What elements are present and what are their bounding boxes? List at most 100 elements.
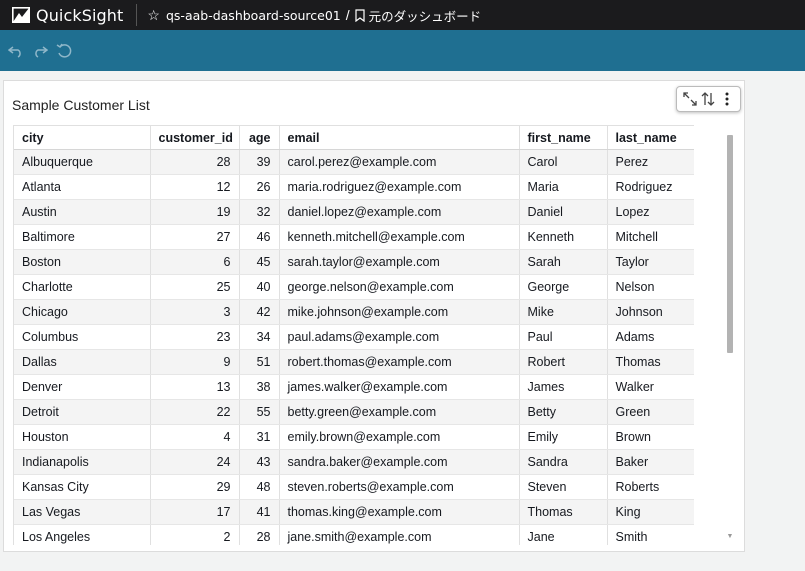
column-header-age[interactable]: age [239, 125, 280, 150]
table-cell-customer-id[interactable]: 12 [150, 174, 240, 200]
table-cell-customer-id[interactable]: 2 [150, 524, 240, 545]
table-row[interactable]: Los Angeles 2 28 jane.smith@example.com Jane… [14, 524, 694, 545]
table-cell-city[interactable]: Houston [14, 424, 151, 450]
table-cell-last-name[interactable]: Walker [607, 374, 694, 400]
vertical-scrollbar[interactable]: ▼ [726, 133, 734, 543]
table-cell-city[interactable]: Atlanta [14, 174, 151, 200]
table-cell-first-name[interactable]: James [519, 374, 608, 400]
table-cell-first-name[interactable]: Betty [519, 399, 608, 425]
table-cell-customer-id[interactable]: 17 [150, 499, 240, 525]
table-cell-city[interactable]: Albuquerque [14, 149, 151, 175]
table-cell-first-name[interactable]: Carol [519, 149, 608, 175]
table-cell-customer-id[interactable]: 24 [150, 449, 240, 475]
table-cell-customer-id[interactable]: 6 [150, 249, 240, 275]
expand-icon[interactable] [681, 90, 699, 108]
table-cell-email[interactable]: emily.brown@example.com [279, 424, 520, 450]
table-row[interactable]: Boston 6 45 sarah.taylor@example.com Sarah Ta… [14, 249, 694, 275]
table-row[interactable]: Denver 13 38 james.walker@example.com James W… [14, 374, 694, 400]
table-row[interactable]: Detroit 22 55 betty.green@example.com Betty G… [14, 399, 694, 425]
table-cell-first-name[interactable]: Sandra [519, 449, 608, 475]
table-row[interactable]: Atlanta 12 26 maria.rodriguez@example.com Ma… [14, 174, 694, 200]
table-row[interactable]: Houston 4 31 emily.brown@example.com Emily Br… [14, 424, 694, 450]
table-cell-city[interactable]: Dallas [14, 349, 151, 375]
table-cell-age[interactable]: 28 [239, 524, 280, 545]
table-cell-city[interactable]: Baltimore [14, 224, 151, 250]
table-row[interactable]: Las Vegas 17 41 thomas.king@example.com Thom… [14, 499, 694, 525]
table-cell-last-name[interactable]: Johnson [607, 299, 694, 325]
table-cell-last-name[interactable]: Roberts [607, 474, 694, 500]
bookmark-icon[interactable] [355, 8, 365, 22]
table-cell-age[interactable]: 51 [239, 349, 280, 375]
table-cell-age[interactable]: 38 [239, 374, 280, 400]
table-cell-first-name[interactable]: George [519, 274, 608, 300]
table-visual[interactable]: Sample Customer List city customer_id ag… [3, 80, 745, 552]
table-cell-email[interactable]: sandra.baker@example.com [279, 449, 520, 475]
table-cell-age[interactable]: 40 [239, 274, 280, 300]
table-cell-age[interactable]: 42 [239, 299, 280, 325]
table-cell-last-name[interactable]: Baker [607, 449, 694, 475]
table-cell-first-name[interactable]: Maria [519, 174, 608, 200]
table-cell-last-name[interactable]: Mitchell [607, 224, 694, 250]
column-header-last-name[interactable]: last_name [607, 125, 694, 150]
scrollbar-thumb[interactable] [727, 135, 733, 353]
table-cell-email[interactable]: sarah.taylor@example.com [279, 249, 520, 275]
table-cell-email[interactable]: steven.roberts@example.com [279, 474, 520, 500]
table-cell-last-name[interactable]: King [607, 499, 694, 525]
table-cell-age[interactable]: 26 [239, 174, 280, 200]
table-cell-first-name[interactable]: Robert [519, 349, 608, 375]
table-cell-first-name[interactable]: Jane [519, 524, 608, 545]
table-cell-city[interactable]: Las Vegas [14, 499, 151, 525]
table-cell-city[interactable]: Indianapolis [14, 449, 151, 475]
undo-icon[interactable] [6, 41, 26, 61]
table-row[interactable]: Dallas 9 51 robert.thomas@example.com Robert… [14, 349, 694, 375]
table-row[interactable]: Albuquerque 28 39 carol.perez@example.com Ca… [14, 149, 694, 175]
table-cell-city[interactable]: Austin [14, 199, 151, 225]
scroll-down-arrow-icon[interactable]: ▼ [726, 533, 734, 541]
table-row[interactable]: Indianapolis 24 43 sandra.baker@example.com… [14, 449, 694, 475]
table-cell-city[interactable]: Los Angeles [14, 524, 151, 545]
table-cell-city[interactable]: Charlotte [14, 274, 151, 300]
dashboard-name[interactable]: 元のダッシュボード [369, 6, 482, 25]
more-options-icon[interactable] [718, 90, 736, 108]
table-cell-customer-id[interactable]: 25 [150, 274, 240, 300]
table-cell-first-name[interactable]: Thomas [519, 499, 608, 525]
column-header-first-name[interactable]: first_name [519, 125, 608, 150]
table-cell-email[interactable]: thomas.king@example.com [279, 499, 520, 525]
quicksight-logo[interactable]: QuickSight [12, 6, 123, 25]
table-cell-customer-id[interactable]: 3 [150, 299, 240, 325]
column-header-customer-id[interactable]: customer_id [150, 125, 240, 150]
table-cell-age[interactable]: 39 [239, 149, 280, 175]
table-cell-first-name[interactable]: Mike [519, 299, 608, 325]
table-cell-email[interactable]: george.nelson@example.com [279, 274, 520, 300]
table-cell-first-name[interactable]: Sarah [519, 249, 608, 275]
table-cell-last-name[interactable]: Smith [607, 524, 694, 545]
table-row[interactable]: Baltimore 27 46 kenneth.mitchell@example.co… [14, 224, 694, 250]
table-cell-age[interactable]: 41 [239, 499, 280, 525]
table-cell-email[interactable]: robert.thomas@example.com [279, 349, 520, 375]
table-cell-first-name[interactable]: Kenneth [519, 224, 608, 250]
table-cell-email[interactable]: kenneth.mitchell@example.com [279, 224, 520, 250]
table-row[interactable]: Austin 19 32 daniel.lopez@example.com Daniel… [14, 199, 694, 225]
sort-icon[interactable] [699, 90, 717, 108]
table-row[interactable]: Charlotte 25 40 george.nelson@example.com Ge… [14, 274, 694, 300]
table-cell-last-name[interactable]: Adams [607, 324, 694, 350]
table-cell-customer-id[interactable]: 29 [150, 474, 240, 500]
table-cell-email[interactable]: daniel.lopez@example.com [279, 199, 520, 225]
table-cell-customer-id[interactable]: 28 [150, 149, 240, 175]
table-row[interactable]: Columbus 23 34 paul.adams@example.com Paul Ad… [14, 324, 694, 350]
table-cell-last-name[interactable]: Perez [607, 149, 694, 175]
table-cell-city[interactable]: Detroit [14, 399, 151, 425]
table-cell-last-name[interactable]: Brown [607, 424, 694, 450]
table-cell-last-name[interactable]: Green [607, 399, 694, 425]
table-cell-email[interactable]: maria.rodriguez@example.com [279, 174, 520, 200]
table-cell-customer-id[interactable]: 27 [150, 224, 240, 250]
table-cell-last-name[interactable]: Rodriguez [607, 174, 694, 200]
table-cell-customer-id[interactable]: 13 [150, 374, 240, 400]
reset-icon[interactable] [54, 41, 74, 61]
table-cell-city[interactable]: Columbus [14, 324, 151, 350]
table-cell-customer-id[interactable]: 23 [150, 324, 240, 350]
table-cell-first-name[interactable]: Emily [519, 424, 608, 450]
table-row[interactable]: Chicago 3 42 mike.johnson@example.com Mike Jo… [14, 299, 694, 325]
table-row[interactable]: Kansas City 29 48 steven.roberts@example.co… [14, 474, 694, 500]
column-header-email[interactable]: email [279, 125, 520, 150]
